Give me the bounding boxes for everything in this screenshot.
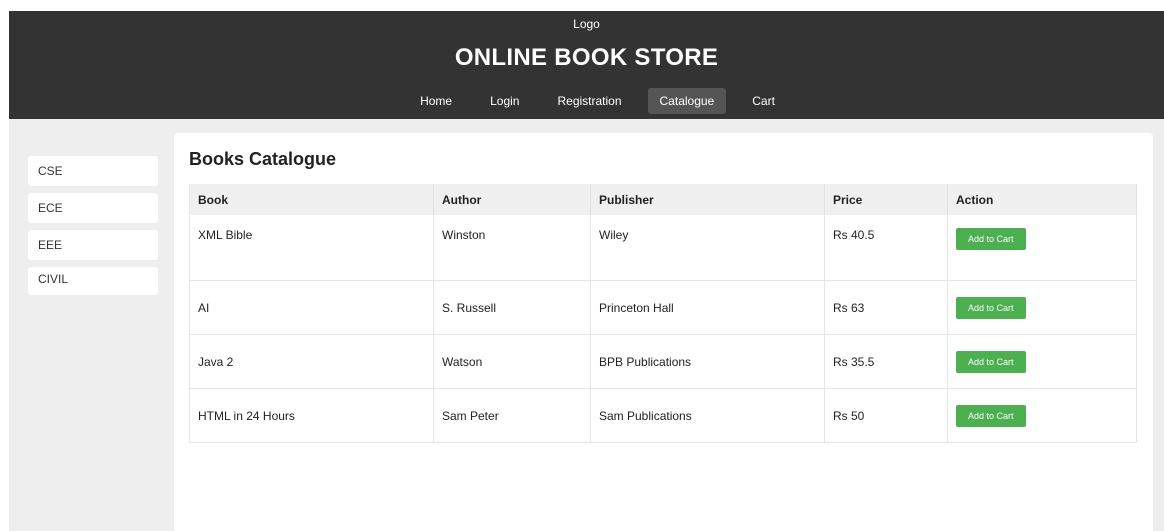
- logo[interactable]: Logo: [9, 17, 1164, 31]
- category-sidebar: CSE ECE EEE CIVIL: [28, 156, 160, 302]
- publisher-cell: Wiley: [590, 215, 825, 281]
- column-header-action: Action: [947, 184, 1137, 215]
- sidebar-item-ece[interactable]: ECE: [28, 193, 158, 223]
- add-to-cart-button[interactable]: Add to Cart: [956, 350, 1026, 373]
- author-cell: Sam Peter: [433, 388, 591, 443]
- price-cell: Rs 50: [824, 388, 948, 443]
- book-title-cell: XML Bible: [189, 215, 434, 281]
- book-title-cell: Java 2: [189, 334, 434, 389]
- action-cell: Add to Cart: [947, 334, 1137, 389]
- price-cell: Rs 35.5: [824, 334, 948, 389]
- book-title-cell: AI: [189, 280, 434, 335]
- page-title: Books Catalogue: [189, 149, 337, 169]
- site-header: Logo ONLINE BOOK STORE Home Login Regist…: [9, 11, 1164, 119]
- table-header-row: Book Author Publisher Price Action: [189, 184, 1137, 215]
- sidebar-item-civil[interactable]: CIVIL: [28, 267, 158, 295]
- nav-home[interactable]: Home: [408, 88, 464, 114]
- catalogue-panel: Books Catalogue Book Author Publisher Pr…: [174, 133, 1153, 531]
- add-to-cart-button[interactable]: Add to Cart: [956, 228, 1026, 250]
- publisher-cell: BPB Publications: [590, 334, 825, 389]
- author-cell: S. Russell: [433, 280, 591, 335]
- column-header-author: Author: [433, 184, 591, 215]
- action-cell: Add to Cart: [947, 280, 1137, 335]
- price-cell: Rs 40.5: [824, 215, 948, 281]
- add-to-cart-button[interactable]: Add to Cart: [956, 404, 1026, 427]
- main-nav: Home Login Registration Catalogue Cart: [20, 88, 1164, 114]
- sidebar-item-cse[interactable]: CSE: [28, 156, 158, 186]
- column-header-book: Book: [189, 184, 434, 215]
- books-table: Book Author Publisher Price Action XML B…: [189, 184, 1137, 443]
- add-to-cart-button[interactable]: Add to Cart: [956, 296, 1026, 319]
- column-header-price: Price: [824, 184, 948, 215]
- table-row: AI S. Russell Princeton Hall Rs 63 Add t…: [189, 280, 1137, 335]
- column-header-publisher: Publisher: [590, 184, 825, 215]
- nav-login[interactable]: Login: [478, 88, 531, 114]
- site-title: ONLINE BOOK STORE: [454, 44, 719, 71]
- price-cell: Rs 63: [824, 280, 948, 335]
- book-title-cell: HTML in 24 Hours: [189, 388, 434, 443]
- author-cell: Winston: [433, 215, 591, 281]
- nav-catalogue[interactable]: Catalogue: [647, 88, 727, 114]
- nav-registration[interactable]: Registration: [545, 88, 633, 114]
- sidebar-item-eee[interactable]: EEE: [28, 230, 158, 260]
- table-row: XML Bible Winston Wiley Rs 40.5 Add to C…: [189, 215, 1137, 281]
- action-cell: Add to Cart: [947, 388, 1137, 443]
- publisher-cell: Princeton Hall: [590, 280, 825, 335]
- table-row: Java 2 Watson BPB Publications Rs 35.5 A…: [189, 334, 1137, 389]
- action-cell: Add to Cart: [947, 215, 1137, 281]
- author-cell: Watson: [433, 334, 591, 389]
- publisher-cell: Sam Publications: [590, 388, 825, 443]
- table-row: HTML in 24 Hours Sam Peter Sam Publicati…: [189, 388, 1137, 443]
- nav-cart[interactable]: Cart: [740, 88, 787, 114]
- page: Logo ONLINE BOOK STORE Home Login Regist…: [0, 0, 1164, 531]
